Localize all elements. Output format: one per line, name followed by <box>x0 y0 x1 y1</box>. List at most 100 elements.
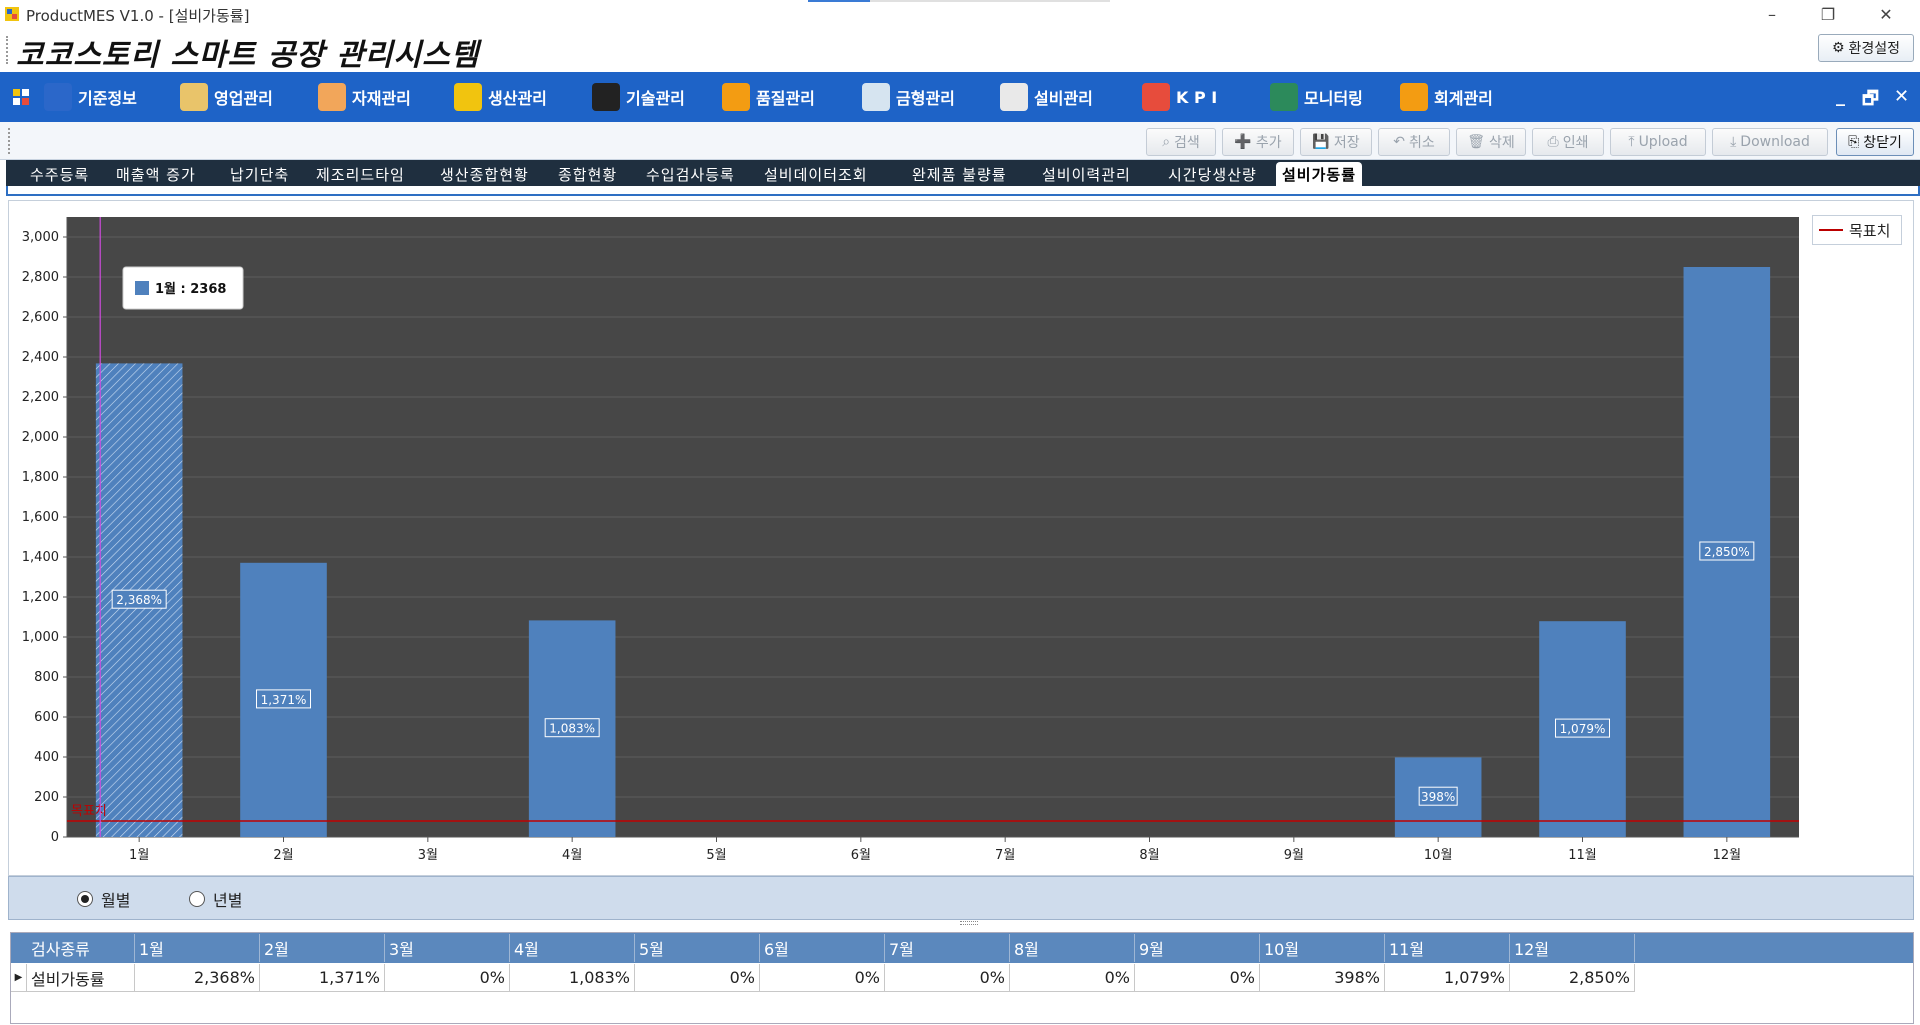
monitor-icon <box>1270 83 1298 111</box>
tab-8[interactable]: 완제품 불량률 <box>906 163 1013 185</box>
toolbar-button-8[interactable]: ⎘ 창닫기 <box>1836 128 1914 156</box>
grid-cell[interactable]: 1,083% <box>510 964 635 992</box>
mdi-close-button[interactable]: ✕ <box>1894 86 1909 107</box>
grid-header-cell[interactable]: 6월 <box>760 934 885 962</box>
grid-cell[interactable]: 1,079% <box>1385 964 1510 992</box>
cancel-icon: ↶ <box>1393 134 1405 150</box>
grid-cell[interactable]: 설비가동률 <box>27 964 135 992</box>
radio-monthly-circle[interactable] <box>77 891 93 907</box>
settings-button[interactable]: ⚙ 환경설정 <box>1818 34 1914 62</box>
x-tick-label: 7월 <box>995 848 1015 863</box>
grid-header-cell[interactable]: 검사종류 <box>27 934 135 962</box>
grid-cell[interactable]: 0% <box>1135 964 1260 992</box>
menu-item-8[interactable]: K P I <box>1142 80 1217 114</box>
tab-7[interactable]: 설비데이터조회 <box>758 163 874 185</box>
mdi-minimize-button[interactable]: _ <box>1836 86 1845 107</box>
menu-item-label: 품질관리 <box>756 89 815 108</box>
banner-grip <box>6 36 9 64</box>
radio-yearly[interactable]: 년별 <box>189 887 242 911</box>
toolbar-button-label: 검색 <box>1174 135 1200 151</box>
menu-item-6[interactable]: 금형관리 <box>862 80 955 114</box>
tab-11[interactable]: 설비가동률 <box>1276 162 1363 186</box>
radio-monthly[interactable]: 월별 <box>77 887 130 911</box>
minimize-button[interactable]: – <box>1744 0 1800 28</box>
grid-header-cell[interactable]: 12월 <box>1510 934 1635 962</box>
mdi-restore-button[interactable]: 🗗 <box>1862 86 1879 116</box>
menu-item-9[interactable]: 모니터링 <box>1270 80 1363 114</box>
coins-icon <box>454 83 482 111</box>
menu-item-4[interactable]: 기술관리 <box>592 80 685 114</box>
tab-10[interactable]: 시간당생산량 <box>1162 163 1263 185</box>
toolbar-button-2[interactable]: 💾 저장 <box>1300 128 1372 156</box>
tab-1[interactable]: 매출액 증가 <box>110 163 202 185</box>
x-tick-label: 8월 <box>1139 848 1159 863</box>
grid-header-cell[interactable]: 3월 <box>385 934 510 962</box>
grid-header-cell[interactable]: 5월 <box>635 934 760 962</box>
restore-button[interactable]: ❐ <box>1800 0 1856 28</box>
x-tick-label: 9월 <box>1284 848 1304 863</box>
toolbar-button-label: 저장 <box>1333 135 1360 151</box>
y-tick-label: 1,200 <box>22 590 59 605</box>
grid-cell[interactable]: 2,850% <box>1510 964 1635 992</box>
toolbar-button-7[interactable]: ⤓ Download <box>1712 128 1828 156</box>
tab-4[interactable]: 생산종합현황 <box>434 163 535 185</box>
toolbar-button-4[interactable]: 🗑 삭제 <box>1456 128 1526 156</box>
menu-item-label: 자재관리 <box>352 89 411 108</box>
tab-6[interactable]: 수입검사등록 <box>640 163 741 185</box>
document-tabstrip: 수주등록 매출액 증가 납기단축 제조리드타임 생산종합현황 종합현황 수입검사등록 설비데이… <box>0 160 1920 198</box>
grid-cell[interactable]: 0% <box>1010 964 1135 992</box>
download-icon: ⤓ <box>1730 134 1737 150</box>
tab-3[interactable]: 제조리드타임 <box>310 163 411 185</box>
grid-header-cell[interactable]: 4월 <box>510 934 635 962</box>
menu-item-3[interactable]: 생산관리 <box>454 80 547 114</box>
grid-header-cell[interactable]: 1월 <box>135 934 260 962</box>
app-title: 코코스토리 스마트 공장 관리시스템 <box>16 38 480 73</box>
grid-header-cell[interactable]: 7월 <box>885 934 1010 962</box>
grid-header-cell[interactable]: 8월 <box>1010 934 1135 962</box>
menu-item-1[interactable]: 영업관리 <box>180 80 273 114</box>
note-pin-icon <box>1000 83 1028 111</box>
grid-cell[interactable]: 2,368% <box>135 964 260 992</box>
grid-cell[interactable]: 0% <box>635 964 760 992</box>
settings-label: 환경설정 <box>1848 41 1901 57</box>
menu-item-10[interactable]: 회계관리 <box>1400 80 1493 114</box>
tab-0[interactable]: 수주등록 <box>24 163 95 185</box>
legend-target-swatch <box>1819 229 1843 231</box>
tab-5[interactable]: 종합현황 <box>552 163 623 185</box>
toolbar-button-1[interactable]: ➕ 추가 <box>1222 128 1294 156</box>
row-indicator-icon[interactable]: ▶ <box>11 964 27 992</box>
grid-header-cell[interactable]: 11월 <box>1385 934 1510 962</box>
toolbar-button-5[interactable]: ⎙ 인쇄 <box>1532 128 1604 156</box>
x-tick-label: 10월 <box>1424 848 1453 863</box>
legend-target-label: 목표치 <box>1849 221 1891 240</box>
grid-cell[interactable]: 0% <box>385 964 510 992</box>
toolbar-button-6[interactable]: ⤒ Upload <box>1610 128 1706 156</box>
toolbar-button-label: 취소 <box>1408 135 1435 151</box>
tab-9[interactable]: 설비이력관리 <box>1036 163 1137 185</box>
tooltip-swatch <box>135 281 149 295</box>
splitter[interactable] <box>8 920 1914 926</box>
menu-grid-icon <box>13 89 29 105</box>
app-icon <box>5 7 19 21</box>
toolbar-button-0[interactable]: ⌕ 검색 <box>1146 128 1216 156</box>
toolbar-button-label: 추가 <box>1255 135 1282 151</box>
grid-cell[interactable]: 0% <box>885 964 1010 992</box>
close-button[interactable]: ✕ <box>1858 0 1914 28</box>
tab-2[interactable]: 납기단축 <box>224 163 295 185</box>
grid-header-cell[interactable]: 2월 <box>260 934 385 962</box>
grid-cell[interactable]: 1,371% <box>260 964 385 992</box>
splitter-handle[interactable] <box>960 921 978 925</box>
menu-item-0[interactable]: 기준정보 <box>44 80 137 114</box>
toolbar-button-3[interactable]: ↶ 취소 <box>1378 128 1450 156</box>
grid-header-cell[interactable]: 10월 <box>1260 934 1385 962</box>
grid-cell[interactable]: 0% <box>760 964 885 992</box>
tab-content-border <box>6 186 1920 196</box>
grid-cell[interactable]: 398% <box>1260 964 1385 992</box>
radio-yearly-circle[interactable] <box>189 891 205 907</box>
y-tick-label: 1,800 <box>22 470 59 485</box>
menu-item-7[interactable]: 설비관리 <box>1000 80 1093 114</box>
menu-item-5[interactable]: 품질관리 <box>722 80 815 114</box>
menu-item-2[interactable]: 자재관리 <box>318 80 411 114</box>
menu-item-label: 모니터링 <box>1304 89 1363 108</box>
grid-header-cell[interactable]: 9월 <box>1135 934 1260 962</box>
